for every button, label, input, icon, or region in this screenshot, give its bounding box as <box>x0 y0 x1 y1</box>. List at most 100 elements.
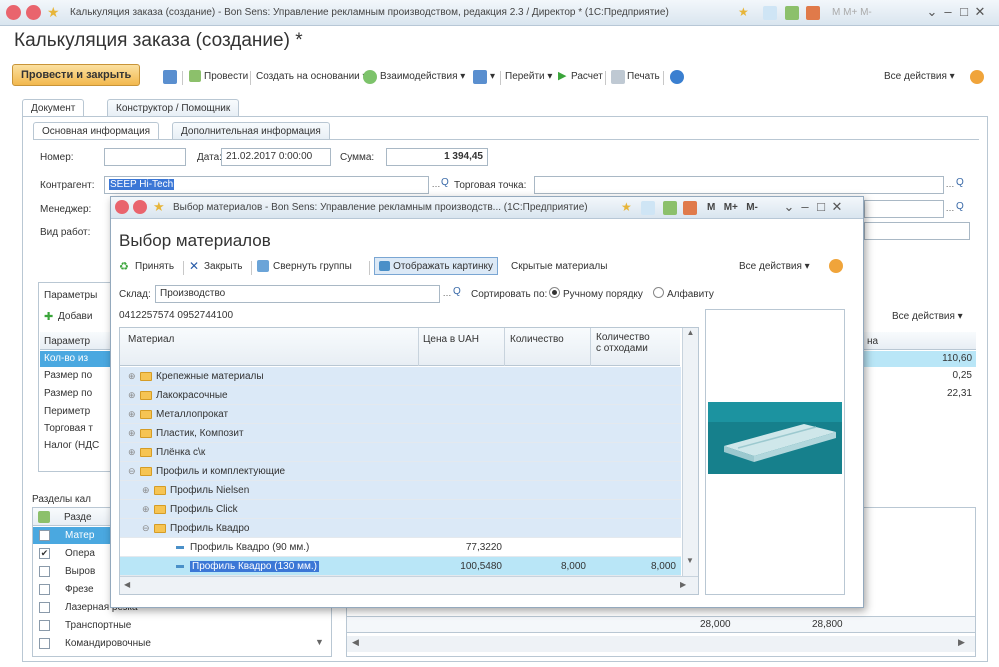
report-dropdown[interactable]: ▾ <box>490 71 495 82</box>
m-plus-button[interactable]: M+ <box>843 7 857 18</box>
collapse-groups-button[interactable]: Свернуть группы <box>273 261 352 272</box>
collapse-icon[interactable]: ⊖ <box>128 466 137 477</box>
material-row[interactable]: Профиль Квадро (90 мм.) 77,3220 <box>120 538 681 557</box>
help-icon[interactable] <box>829 259 843 273</box>
contractor-open-icon[interactable]: Q <box>441 177 449 188</box>
print-button[interactable]: Печать <box>627 71 660 82</box>
warehouse-select-button[interactable]: … <box>441 286 453 302</box>
app-menu-icon[interactable] <box>6 5 21 20</box>
tab-document[interactable]: Документ <box>22 99 85 117</box>
material-row[interactable]: ⊕ Плёнка с\к <box>120 443 681 462</box>
trade-point-select-button[interactable]: … <box>944 177 956 193</box>
report-icon[interactable] <box>473 70 487 84</box>
minimize-icon[interactable]: – <box>797 199 813 214</box>
m-plus-button[interactable]: M+ <box>724 202 738 213</box>
m-minus-button[interactable]: M- <box>746 202 758 213</box>
material-row[interactable]: ⊕ Профиль Click <box>120 500 681 519</box>
col-price[interactable]: Цена в UAH <box>423 334 479 345</box>
dialog-all-actions[interactable]: Все действия ▾ <box>739 261 810 272</box>
post-close-button[interactable]: Провести и закрыть <box>12 64 141 86</box>
scroll-right-icon[interactable]: ▶ <box>958 637 965 648</box>
trade-point-field[interactable] <box>534 176 944 194</box>
collapse-icon[interactable]: ⊖ <box>142 523 151 534</box>
dropdown-icon[interactable]: ⌄ <box>781 199 797 215</box>
params-all-actions[interactable]: Все действия ▾ <box>892 311 963 322</box>
params-value[interactable]: 110,60 <box>864 351 976 367</box>
section-checkbox[interactable] <box>39 566 50 577</box>
calc-button[interactable]: Расчет <box>571 71 603 82</box>
show-picture-button[interactable]: Отображать картинку <box>374 257 498 275</box>
section-checkbox[interactable] <box>39 602 50 613</box>
dropdown-icon[interactable]: ⌄ <box>924 4 940 20</box>
material-price-cell[interactable]: 100,5480 <box>424 561 502 572</box>
expand-icon[interactable]: ⊕ <box>128 390 137 401</box>
date-field[interactable]: 21.02.2017 0:00:00 <box>221 148 331 166</box>
close-button[interactable]: Закрыть <box>204 261 243 272</box>
close-icon[interactable]: ✕ <box>972 4 988 20</box>
info-icon[interactable] <box>763 6 777 20</box>
minimize-icon[interactable]: – <box>940 4 956 19</box>
params-row[interactable]: Налог (НДС <box>40 438 110 454</box>
manager-open-icon[interactable]: Q <box>956 201 964 212</box>
material-row[interactable]: ⊖ Профиль и комплектующие <box>120 462 681 481</box>
m-button[interactable]: M <box>832 7 840 18</box>
sum-field[interactable]: 1 394,45 <box>386 148 488 166</box>
dialog-back-icon[interactable] <box>133 200 147 214</box>
add-button[interactable]: Добави <box>58 311 92 322</box>
sort-manual-label[interactable]: Ручному порядку <box>563 289 643 300</box>
scroll-down-icon[interactable]: ▼ <box>315 637 324 647</box>
params-row[interactable]: Размер по <box>40 368 110 384</box>
m-minus-button[interactable]: M- <box>860 7 872 18</box>
goto-button[interactable]: Перейти ▾ <box>505 71 552 82</box>
warehouse-open-icon[interactable]: Q <box>453 286 461 297</box>
expand-icon[interactable]: ⊕ <box>128 371 137 382</box>
h-scrollbar[interactable]: ◀ ▶ <box>120 576 698 594</box>
memory-buttons[interactable]: M M+ M- <box>832 7 872 18</box>
material-price-cell[interactable]: 77,3220 <box>424 542 502 553</box>
material-row[interactable]: ⊕ Крепежные материалы <box>120 367 681 386</box>
calendar-icon[interactable] <box>683 201 697 215</box>
material-row[interactable]: ⊕ Пластик, Композит <box>120 424 681 443</box>
check-all-icon[interactable] <box>38 511 50 523</box>
hidden-materials-button[interactable]: Скрытые материалы <box>511 261 607 272</box>
section-row[interactable]: Транспортные <box>33 617 331 634</box>
section-checkbox[interactable] <box>39 638 50 649</box>
contractor-field[interactable]: SEEP Hi-Tech <box>104 176 429 194</box>
all-actions-button[interactable]: Все действия ▾ <box>884 71 955 82</box>
sort-manual-radio[interactable] <box>549 287 560 298</box>
scroll-left-icon[interactable]: ◀ <box>124 580 130 589</box>
material-row[interactable]: ⊕ Лакокрасочные <box>120 386 681 405</box>
scroll-right-icon[interactable]: ▶ <box>680 580 686 589</box>
expand-icon[interactable]: ⊕ <box>128 428 137 439</box>
section-checkbox[interactable]: ✔ <box>39 548 50 559</box>
scroll-left-icon[interactable]: ◀ <box>352 637 359 648</box>
maximize-icon[interactable]: □ <box>813 199 829 214</box>
star-icon[interactable]: ★ <box>738 5 749 19</box>
create-based-button[interactable]: Создать на основании ▾ <box>256 71 368 82</box>
material-qty-waste-cell[interactable]: 8,000 <box>596 561 676 572</box>
work-type-field[interactable] <box>864 222 970 240</box>
warehouse-field[interactable]: Производство <box>155 285 440 303</box>
info-icon[interactable] <box>641 201 655 215</box>
scroll-down-icon[interactable]: ▼ <box>682 556 698 565</box>
params-row[interactable]: Кол-во из <box>40 351 110 367</box>
calculator-icon[interactable] <box>785 6 799 20</box>
tab-constructor[interactable]: Конструктор / Помощник <box>107 99 240 117</box>
back-icon[interactable] <box>26 5 41 20</box>
material-row[interactable]: ⊕ Металлопрокат <box>120 405 681 424</box>
sort-alpha-label[interactable]: Алфавиту <box>667 289 714 300</box>
help-circle-icon[interactable] <box>670 70 684 84</box>
trade-point-open-icon[interactable]: Q <box>956 177 964 188</box>
save-icon[interactable] <box>163 70 177 84</box>
expand-icon[interactable]: ⊕ <box>128 447 137 458</box>
sort-alpha-radio[interactable] <box>653 287 664 298</box>
subtab-additional-info[interactable]: Дополнительная информация <box>172 122 330 140</box>
dialog-star-icon[interactable]: ★ <box>153 199 165 215</box>
section-checkbox[interactable] <box>39 620 50 631</box>
manager-field[interactable] <box>864 200 944 218</box>
params-value[interactable]: 0,25 <box>864 368 976 384</box>
dialog-menu-icon[interactable] <box>115 200 129 214</box>
expand-icon[interactable]: ⊕ <box>142 485 151 496</box>
expand-icon[interactable]: ⊕ <box>128 409 137 420</box>
m-button[interactable]: M <box>707 202 715 213</box>
